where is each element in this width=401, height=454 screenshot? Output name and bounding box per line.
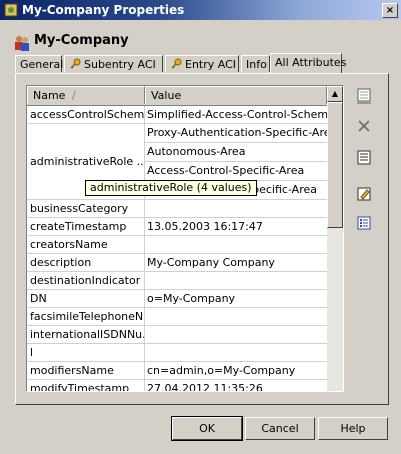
tab-label: All Attributes — [275, 56, 347, 69]
table-row[interactable]: description My-Company Company — [27, 254, 327, 272]
attribute-value — [145, 308, 327, 325]
attribute-name: destinationIndicator — [27, 272, 145, 289]
table-body: accessControlScheme Simplified-Access-Co… — [27, 106, 327, 392]
title-bar: My-Company Properties × — [0, 0, 401, 20]
attribute-name: creatorsName — [27, 236, 145, 253]
column-header-value[interactable]: Value — [145, 86, 327, 104]
tab-general[interactable]: General — [15, 55, 64, 72]
table-row[interactable]: modifyTimestamp 27.04.2012 11:35:26 — [27, 380, 327, 392]
table-row[interactable]: creatorsName — [27, 236, 327, 254]
view-icon — [357, 88, 371, 104]
table-row[interactable]: DN o=My-Company — [27, 290, 327, 308]
attribute-value: cn=admin,o=My-Company — [147, 364, 296, 377]
edit-button[interactable] — [352, 182, 376, 206]
vertical-scrollbar[interactable]: ▲ — [327, 86, 343, 391]
key-icon — [70, 58, 81, 69]
tab-subentry-aci[interactable]: Subentry ACI — [64, 55, 163, 72]
attribute-value — [145, 236, 327, 253]
page-title: My-Company — [34, 33, 129, 48]
attribute-value: My-Company Company — [147, 256, 275, 269]
scroll-thumb[interactable] — [327, 102, 343, 228]
help-button[interactable]: Help — [318, 417, 388, 440]
table-row[interactable]: accessControlScheme Simplified-Access-Co… — [27, 106, 327, 124]
table-row[interactable]: destinationIndicator — [27, 272, 327, 290]
list-button[interactable] — [352, 146, 376, 170]
attribute-name: businessCategory — [27, 200, 145, 217]
table-row[interactable]: businessCategory — [27, 200, 327, 218]
attribute-name: createTimestamp — [27, 218, 145, 235]
attribute-value: 13.05.2003 16:17:47 — [147, 220, 263, 233]
attribute-name: modifiersName — [27, 362, 145, 379]
column-header-name[interactable]: Name / — [27, 86, 145, 104]
table-row[interactable]: modifiersName cn=admin,o=My-Company — [27, 362, 327, 380]
ok-button[interactable]: OK — [171, 416, 243, 441]
attribute-value: Autonomous-Area — [145, 143, 327, 162]
attribute-value — [145, 344, 327, 361]
attribute-name: modifyTimestamp — [27, 380, 145, 391]
tab-label: Info — [246, 58, 267, 71]
sort-indicator: / — [72, 89, 76, 102]
delete-icon — [358, 120, 370, 132]
attribute-name: facsimileTelephoneN... — [27, 308, 145, 325]
close-button[interactable]: × — [382, 3, 398, 18]
attribute-name: internationalISDNNu... — [27, 326, 145, 343]
table-row[interactable]: createTimestamp 13.05.2003 16:17:47 — [27, 218, 327, 236]
properties-icon — [4, 3, 18, 17]
edit-icon — [357, 187, 371, 201]
table-row[interactable]: internationalISDNNu... — [27, 326, 327, 344]
attribute-value — [145, 326, 327, 343]
attribute-name: description — [27, 254, 145, 271]
tab-label: Subentry ACI — [84, 58, 156, 71]
tab-all-attributes[interactable]: All Attributes — [270, 53, 346, 73]
properties-list-button[interactable] — [352, 211, 376, 235]
tooltip: administrativeRole (4 values) — [85, 180, 257, 196]
table-header: Name / Value — [27, 86, 327, 106]
tab-info[interactable]: Info — [241, 55, 270, 72]
cancel-button[interactable]: Cancel — [245, 417, 315, 440]
key-icon — [171, 58, 182, 69]
attribute-value: Access-Control-Specific-Area — [145, 162, 327, 181]
view-button[interactable] — [352, 84, 376, 108]
tab-entry-aci[interactable]: Entry ACI — [165, 55, 239, 72]
scroll-up-button[interactable]: ▲ — [327, 86, 343, 102]
tab-label: Entry ACI — [185, 58, 237, 71]
attribute-value — [145, 200, 327, 217]
delete-button[interactable] — [352, 114, 376, 138]
attribute-value: o=My-Company — [147, 292, 236, 305]
attribute-name: accessControlScheme — [27, 106, 145, 123]
properties-list-icon — [357, 216, 371, 230]
tab-label: General — [20, 58, 64, 71]
window-title: My-Company Properties — [22, 3, 185, 17]
attribute-value: Simplified-Access-Control-Scheme — [147, 108, 327, 121]
attribute-value — [145, 272, 327, 289]
table-row[interactable]: l — [27, 344, 327, 362]
attribute-value: Proxy-Authentication-Specific-Area — [145, 124, 327, 143]
attribute-value: 27.04.2012 11:35:26 — [147, 382, 263, 392]
attribute-name: DN — [27, 290, 145, 307]
attribute-name: l — [27, 344, 145, 361]
attributes-table: Name / Value accessControlScheme Simplif… — [26, 85, 344, 392]
list-icon — [357, 150, 371, 165]
people-icon — [15, 36, 29, 51]
table-row[interactable]: facsimileTelephoneN... — [27, 308, 327, 326]
